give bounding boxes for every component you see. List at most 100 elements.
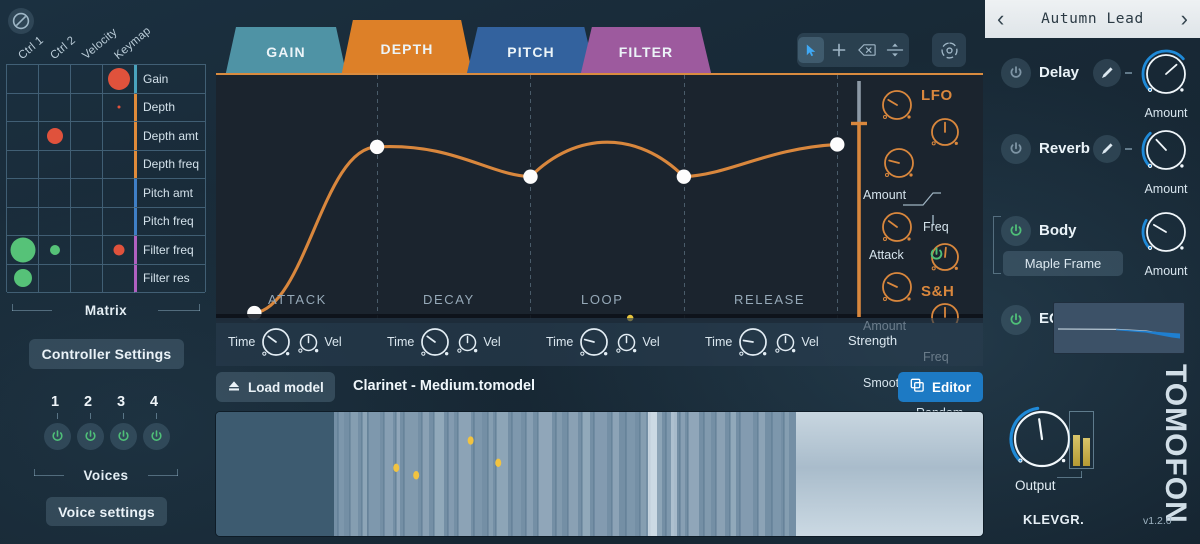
decay-time-knob[interactable] (418, 325, 452, 359)
matrix-row-pitch-freq[interactable]: Pitch freq (134, 208, 205, 237)
matrix-cell-5-1[interactable] (39, 208, 71, 237)
matrix-cell-5-0[interactable] (7, 208, 39, 237)
reverb-power-icon[interactable] (1001, 134, 1031, 164)
chevron-right-icon[interactable]: › (1181, 8, 1188, 30)
tab-filter[interactable]: FILTER (580, 27, 712, 77)
matrix-cell-5-3[interactable] (103, 208, 135, 237)
loop-vel-knob[interactable] (615, 331, 638, 354)
partials-display[interactable] (216, 412, 983, 536)
matrix-cell-1-3[interactable] (103, 94, 135, 123)
matrix-row-pitch-amt[interactable]: Pitch amt (134, 179, 205, 208)
voice-settings-button[interactable]: Voice settings (46, 497, 167, 526)
matrix-cell-4-1[interactable] (39, 179, 71, 208)
vertical-arrows-icon[interactable] (882, 37, 908, 63)
editor-button[interactable]: Editor (898, 372, 983, 402)
matrix-cell-4-3[interactable] (103, 179, 135, 208)
matrix-amount-dot[interactable] (117, 106, 120, 109)
matrix-row-depth-freq[interactable]: Depth freq (134, 151, 205, 180)
stage-knobs-loop[interactable]: Time Vel (546, 322, 660, 362)
matrix-amount-dot[interactable] (14, 269, 32, 287)
tab-depth[interactable]: DEPTH (341, 20, 473, 77)
voice-power-3[interactable] (110, 423, 137, 450)
plus-icon[interactable] (826, 37, 852, 63)
voice-power-4[interactable] (143, 423, 170, 450)
tab-gain[interactable]: GAIN (225, 27, 347, 77)
matrix-cell-0-1[interactable] (39, 65, 71, 94)
matrix-cell-2-2[interactable] (71, 122, 103, 151)
matrix-amount-dot[interactable] (108, 68, 130, 90)
delay-pencil-icon[interactable] (1093, 59, 1121, 87)
matrix-cell-6-2[interactable] (71, 236, 103, 265)
body-amount-knob[interactable] (1140, 206, 1192, 258)
envelope-node-3[interactable] (677, 169, 691, 183)
matrix-cell-7-0[interactable] (7, 265, 39, 294)
matrix-cell-5-2[interactable] (71, 208, 103, 237)
partial-marker-0[interactable] (468, 436, 474, 444)
body-model-button[interactable]: Maple Frame (1003, 251, 1123, 276)
partial-marker-2[interactable] (413, 471, 419, 479)
matrix-row-gain[interactable]: Gain (134, 65, 205, 94)
chevron-left-icon[interactable]: ‹ (997, 8, 1004, 30)
voice-power-2[interactable] (77, 423, 104, 450)
matrix-cell-7-1[interactable] (39, 265, 71, 294)
matrix-cell-0-0[interactable] (7, 65, 39, 94)
matrix-cell-6-0[interactable] (7, 236, 39, 265)
cursor-icon[interactable] (798, 37, 824, 63)
voice-power-1[interactable] (44, 423, 71, 450)
matrix-cell-3-0[interactable] (7, 151, 39, 180)
release-time-knob[interactable] (736, 325, 770, 359)
sh-power-icon[interactable] (925, 243, 947, 265)
attack-time-knob[interactable] (259, 325, 293, 359)
matrix-cell-3-2[interactable] (71, 151, 103, 180)
eq-power-icon[interactable] (1001, 305, 1031, 335)
partial-marker-1[interactable] (393, 464, 399, 472)
stage-knobs-decay[interactable]: Time Vel (387, 322, 501, 362)
matrix-cell-4-0[interactable] (7, 179, 39, 208)
matrix-cell-2-0[interactable] (7, 122, 39, 151)
matrix-cell-6-3[interactable] (103, 236, 135, 265)
delete-box-icon[interactable] (854, 37, 880, 63)
matrix-cell-1-0[interactable] (7, 94, 39, 123)
matrix-cell-4-2[interactable] (71, 179, 103, 208)
matrix-row-filter-freq[interactable]: Filter freq (134, 236, 205, 265)
matrix-cell-0-2[interactable] (71, 65, 103, 94)
matrix-amount-dot[interactable] (50, 245, 60, 255)
envelope-node-4[interactable] (830, 137, 844, 151)
stage-knobs-attack[interactable]: Time Vel (228, 322, 342, 362)
partial-marker-3[interactable] (495, 459, 501, 467)
delay-amount-knob[interactable] (1140, 48, 1192, 100)
matrix-cell-7-2[interactable] (71, 265, 103, 294)
matrix-cell-0-3[interactable] (103, 65, 135, 94)
strength-slider[interactable] (844, 75, 874, 323)
matrix-cell-2-1[interactable] (39, 122, 71, 151)
controller-settings-button[interactable]: Controller Settings (29, 339, 184, 369)
matrix-row-depth[interactable]: Depth (134, 94, 205, 123)
matrix-cell-2-3[interactable] (103, 122, 135, 151)
matrix-cell-6-1[interactable] (39, 236, 71, 265)
delay-power-icon[interactable] (1001, 58, 1031, 88)
matrix-cell-7-3[interactable] (103, 265, 135, 294)
matrix-cell-3-1[interactable] (39, 151, 71, 180)
tab-pitch[interactable]: PITCH (466, 27, 596, 77)
target-gear-icon[interactable] (932, 33, 966, 67)
attack-vel-knob[interactable] (297, 331, 320, 354)
envelope-node-1[interactable] (370, 140, 384, 154)
matrix-row-filter-res[interactable]: Filter res (134, 265, 205, 294)
envelope-editor[interactable]: ATTACK DECAY LOOP RELEASE LFO Amount Fre… (216, 73, 983, 321)
strength-control[interactable]: Strength (846, 318, 916, 366)
stage-knobs-release[interactable]: Time Vel (705, 322, 819, 362)
reverb-pencil-icon[interactable] (1093, 135, 1121, 163)
release-vel-knob[interactable] (774, 331, 797, 354)
matrix-cell-1-1[interactable] (39, 94, 71, 123)
body-power-icon[interactable] (1001, 216, 1031, 246)
eq-curve-display[interactable] (1053, 302, 1185, 354)
load-model-button[interactable]: Load model (216, 372, 335, 402)
reverb-amount-knob[interactable] (1140, 124, 1192, 176)
envelope-node-2[interactable] (523, 169, 537, 183)
loop-time-knob[interactable] (577, 325, 611, 359)
matrix-cell-3-3[interactable] (103, 151, 135, 180)
preset-name[interactable]: Autumn Lead (1041, 11, 1144, 27)
matrix-cell-1-2[interactable] (71, 94, 103, 123)
matrix-amount-dot[interactable] (10, 237, 35, 262)
matrix-cell-grid[interactable] (6, 64, 134, 292)
